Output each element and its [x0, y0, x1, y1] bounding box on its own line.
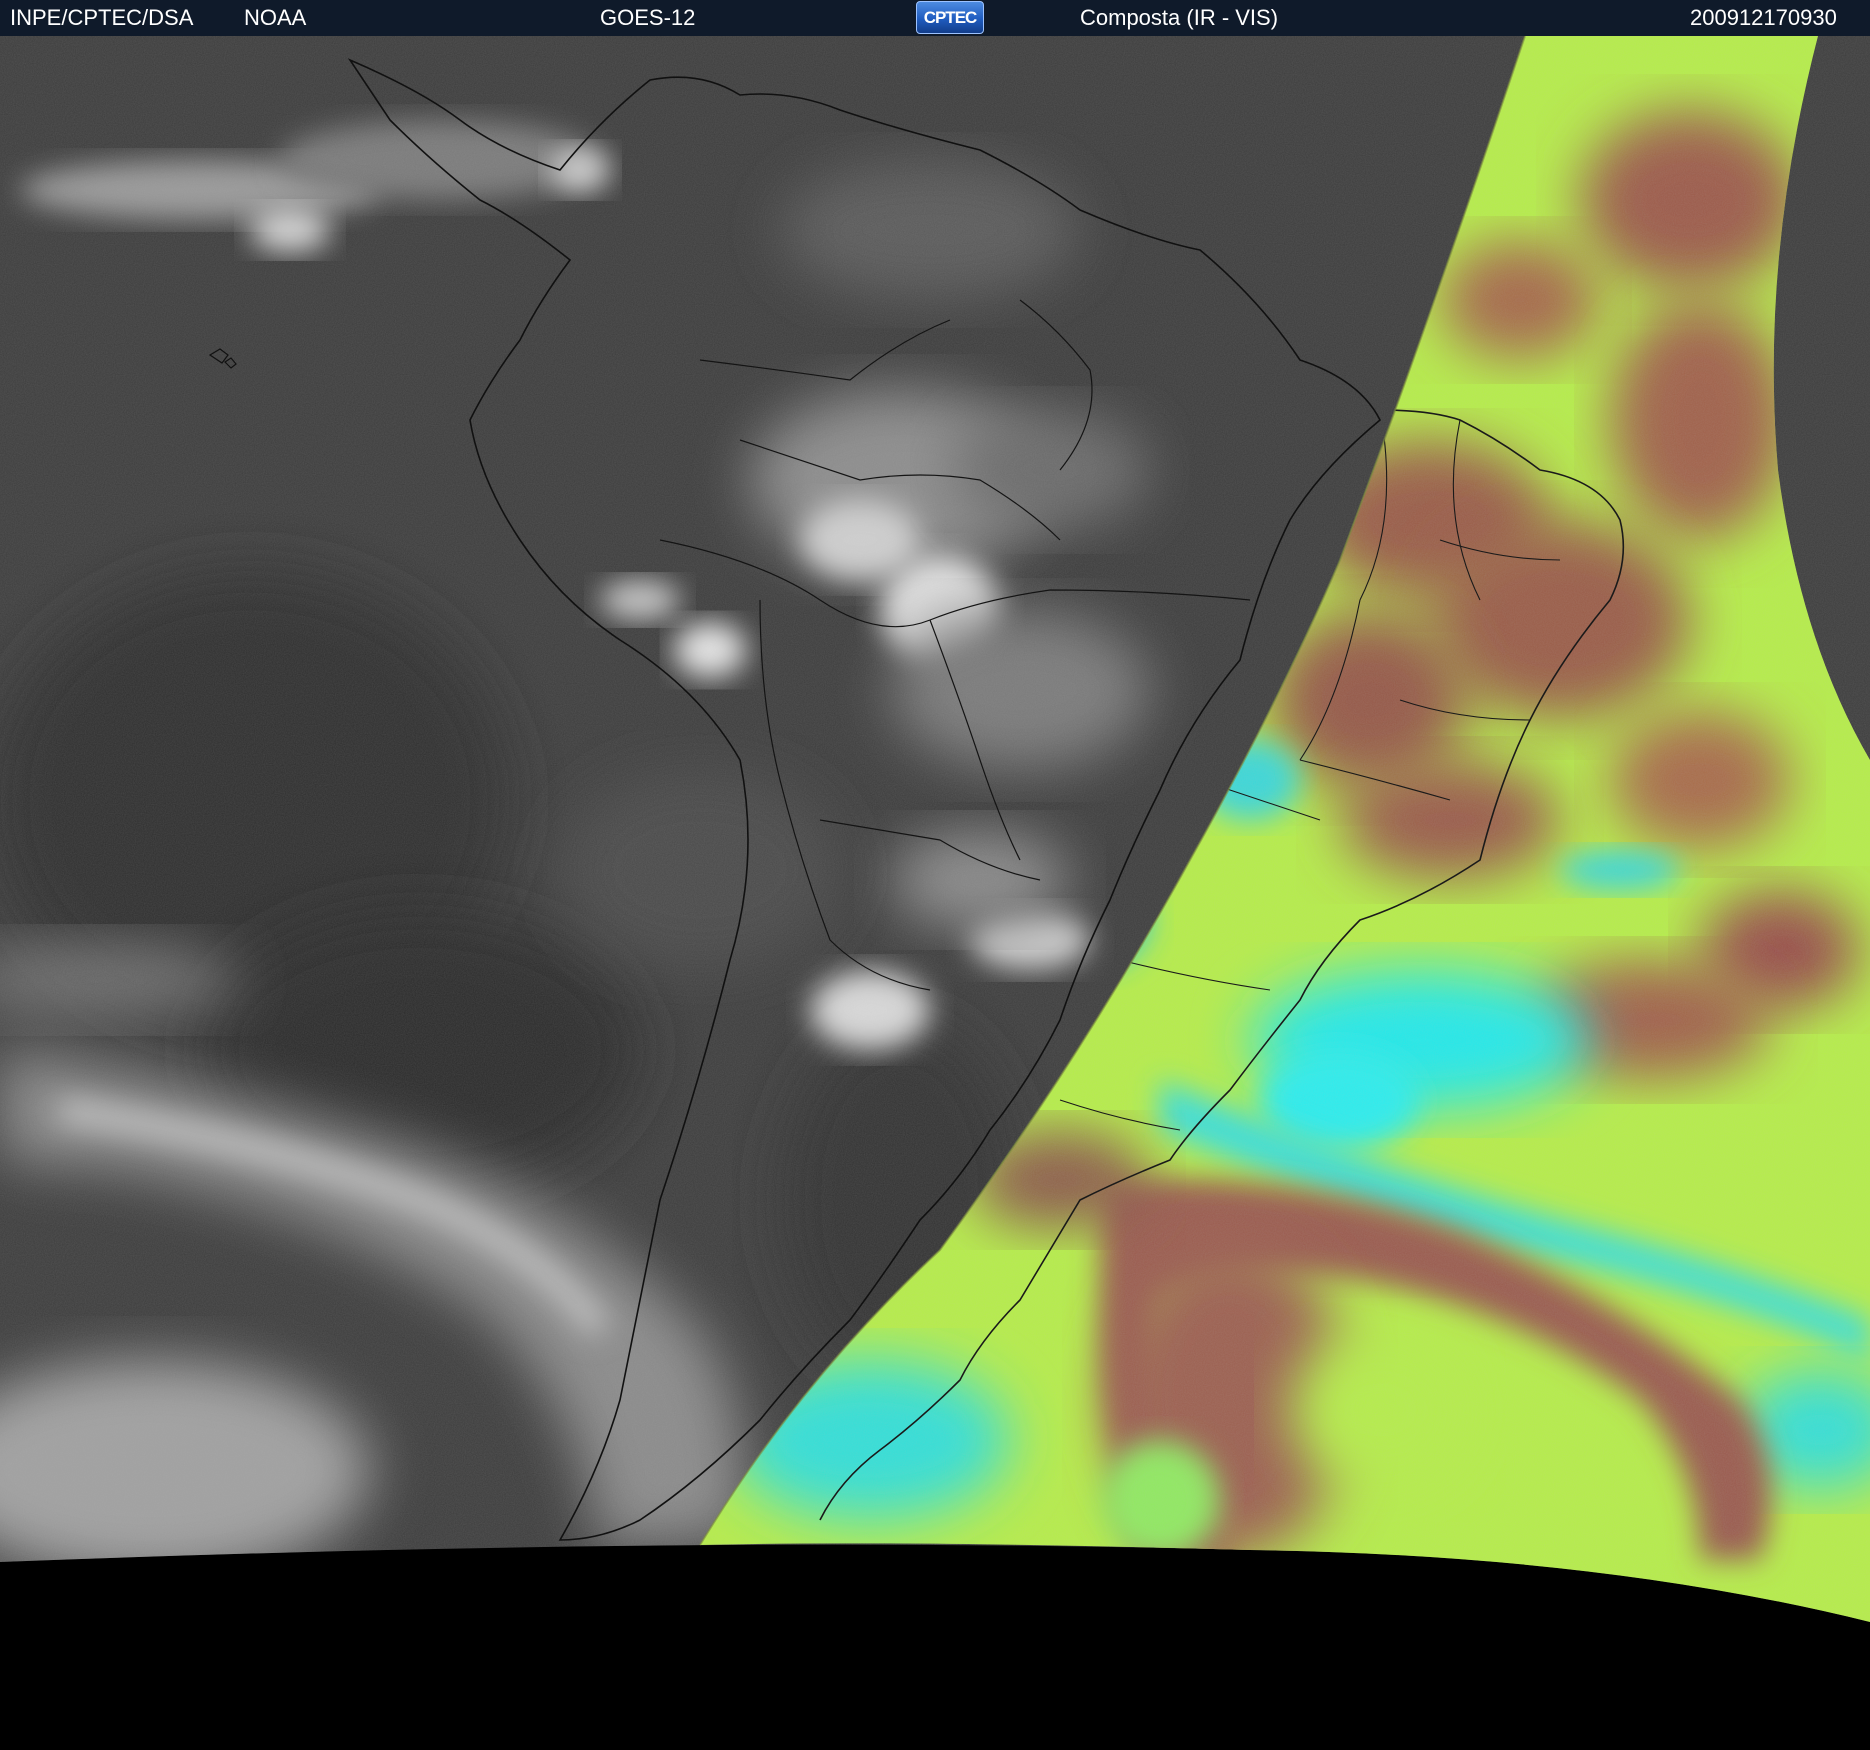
satellite-label: GOES-12: [600, 5, 696, 30]
cptec-logo: CPTEC: [916, 1, 984, 34]
product-label: Composta (IR - VIS): [1080, 5, 1279, 30]
provider-label: NOAA: [244, 5, 307, 30]
agency-label: INPE/CPTEC/DSA: [10, 5, 194, 30]
timestamp-label: 200912170930: [1690, 5, 1837, 30]
satellite-composite-image: [0, 36, 1870, 1750]
image-header-bar: INPE/CPTEC/DSA NOAA GOES-12 CPTEC Compos…: [0, 0, 1870, 36]
